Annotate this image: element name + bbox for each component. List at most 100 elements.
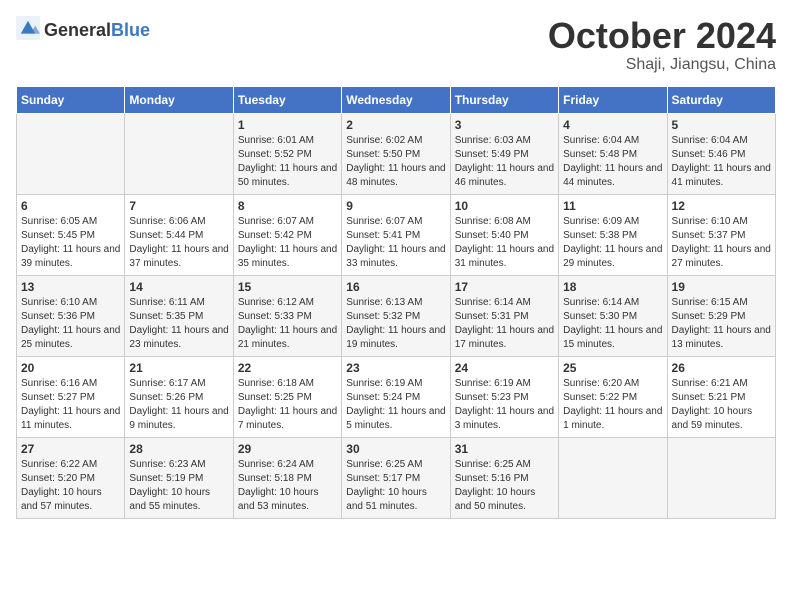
calendar-cell: 21 Sunrise: 6:17 AMSunset: 5:26 PMDayligh… [125, 356, 233, 437]
day-info: Sunrise: 6:25 AMSunset: 5:16 PMDaylight:… [455, 458, 554, 514]
day-number: 19 [672, 280, 771, 294]
logo-icon [16, 16, 40, 45]
calendar-cell: 20Sunrise: 6:16 AMSunset: 5:27 PMDayligh… [17, 356, 125, 437]
day-info: Sunrise: 6:18 AMSunset: 5:25 PMDaylight:… [238, 377, 337, 433]
calendar-cell: 17 Sunrise: 6:14 AMSunset: 5:31 PMDayligh… [450, 275, 558, 356]
calendar-cell: 16 Sunrise: 6:13 AMSunset: 5:32 PMDayligh… [342, 275, 450, 356]
title-block: October 2024 Shaji, Jiangsu, China [548, 16, 776, 74]
calendar-cell: 2 Sunrise: 6:02 AMSunset: 5:50 PMDaylight… [342, 113, 450, 194]
calendar-cell: 29Sunrise: 6:24 AMSunset: 5:18 PMDayligh… [233, 437, 341, 518]
calendar-cell: 26 Sunrise: 6:21 AMSunset: 5:21 PMDayligh… [667, 356, 775, 437]
calendar-cell [559, 437, 667, 518]
calendar-body: 1 Sunrise: 6:01 AMSunset: 5:52 PMDaylight… [17, 113, 776, 518]
day-number: 2 [346, 118, 445, 132]
day-info: Sunrise: 6:23 AMSunset: 5:19 PMDaylight:… [129, 458, 228, 514]
day-info: Sunrise: 6:25 AMSunset: 5:17 PMDaylight:… [346, 458, 445, 514]
calendar-cell: 28Sunrise: 6:23 AMSunset: 5:19 PMDayligh… [125, 437, 233, 518]
calendar-cell [125, 113, 233, 194]
calendar-cell: 31 Sunrise: 6:25 AMSunset: 5:16 PMDayligh… [450, 437, 558, 518]
day-number: 1 [238, 118, 337, 132]
calendar-week-row: 27Sunrise: 6:22 AMSunset: 5:20 PMDayligh… [17, 437, 776, 518]
calendar-cell: 8Sunrise: 6:07 AMSunset: 5:42 PMDaylight… [233, 194, 341, 275]
day-number: 14 [129, 280, 228, 294]
day-info: Sunrise: 6:07 AMSunset: 5:41 PMDaylight:… [346, 215, 445, 271]
day-info: Sunrise: 6:17 AMSunset: 5:26 PMDaylight:… [129, 377, 228, 433]
calendar-cell: 27Sunrise: 6:22 AMSunset: 5:20 PMDayligh… [17, 437, 125, 518]
logo-general: General [44, 20, 111, 40]
day-number: 6 [21, 199, 120, 213]
day-number: 15 [238, 280, 337, 294]
day-info: Sunrise: 6:01 AMSunset: 5:52 PMDaylight:… [238, 134, 337, 190]
calendar-cell [667, 437, 775, 518]
calendar-week-row: 20Sunrise: 6:16 AMSunset: 5:27 PMDayligh… [17, 356, 776, 437]
logo-text: GeneralBlue [44, 21, 150, 41]
day-number: 4 [563, 118, 662, 132]
day-number: 23 [346, 361, 445, 375]
calendar-cell: 24 Sunrise: 6:19 AMSunset: 5:23 PMDayligh… [450, 356, 558, 437]
day-info: Sunrise: 6:03 AMSunset: 5:49 PMDaylight:… [455, 134, 554, 190]
day-info: Sunrise: 6:06 AMSunset: 5:44 PMDaylight:… [129, 215, 228, 271]
day-number: 16 [346, 280, 445, 294]
day-info: Sunrise: 6:14 AMSunset: 5:30 PMDaylight:… [563, 296, 662, 352]
day-info: Sunrise: 6:02 AMSunset: 5:50 PMDaylight:… [346, 134, 445, 190]
day-info: Sunrise: 6:12 AMSunset: 5:33 PMDaylight:… [238, 296, 337, 352]
day-number: 7 [129, 199, 228, 213]
calendar-cell: 1 Sunrise: 6:01 AMSunset: 5:52 PMDaylight… [233, 113, 341, 194]
day-info: Sunrise: 6:19 AMSunset: 5:24 PMDaylight:… [346, 377, 445, 433]
day-number: 12 [672, 199, 771, 213]
day-number: 10 [455, 199, 554, 213]
calendar-week-row: 13Sunrise: 6:10 AMSunset: 5:36 PMDayligh… [17, 275, 776, 356]
calendar-cell: 25 Sunrise: 6:20 AMSunset: 5:22 PMDayligh… [559, 356, 667, 437]
calendar-header-row: SundayMondayTuesdayWednesdayThursdayFrid… [17, 86, 776, 113]
calendar-cell: 22 Sunrise: 6:18 AMSunset: 5:25 PMDayligh… [233, 356, 341, 437]
day-number: 21 [129, 361, 228, 375]
day-info: Sunrise: 6:21 AMSunset: 5:21 PMDaylight:… [672, 377, 771, 433]
day-info: Sunrise: 6:09 AMSunset: 5:38 PMDaylight:… [563, 215, 662, 271]
calendar-cell: 30 Sunrise: 6:25 AMSunset: 5:17 PMDayligh… [342, 437, 450, 518]
day-number: 20 [21, 361, 120, 375]
month-title: October 2024 [548, 16, 776, 56]
day-number: 18 [563, 280, 662, 294]
day-info: Sunrise: 6:14 AMSunset: 5:31 PMDaylight:… [455, 296, 554, 352]
day-info: Sunrise: 6:04 AMSunset: 5:46 PMDaylight:… [672, 134, 771, 190]
calendar-cell: 7 Sunrise: 6:06 AMSunset: 5:44 PMDaylight… [125, 194, 233, 275]
day-of-week-header: Saturday [667, 86, 775, 113]
day-number: 25 [563, 361, 662, 375]
day-of-week-header: Wednesday [342, 86, 450, 113]
calendar-cell: 13Sunrise: 6:10 AMSunset: 5:36 PMDayligh… [17, 275, 125, 356]
day-info: Sunrise: 6:19 AMSunset: 5:23 PMDaylight:… [455, 377, 554, 433]
calendar-week-row: 1 Sunrise: 6:01 AMSunset: 5:52 PMDaylight… [17, 113, 776, 194]
calendar-cell: 5 Sunrise: 6:04 AMSunset: 5:46 PMDaylight… [667, 113, 775, 194]
day-info: Sunrise: 6:15 AMSunset: 5:29 PMDaylight:… [672, 296, 771, 352]
day-info: Sunrise: 6:08 AMSunset: 5:40 PMDaylight:… [455, 215, 554, 271]
day-info: Sunrise: 6:24 AMSunset: 5:18 PMDaylight:… [238, 458, 337, 514]
calendar-cell: 9 Sunrise: 6:07 AMSunset: 5:41 PMDaylight… [342, 194, 450, 275]
calendar-table: SundayMondayTuesdayWednesdayThursdayFrid… [16, 86, 776, 519]
day-info: Sunrise: 6:04 AMSunset: 5:48 PMDaylight:… [563, 134, 662, 190]
day-number: 9 [346, 199, 445, 213]
day-number: 5 [672, 118, 771, 132]
day-of-week-header: Sunday [17, 86, 125, 113]
day-number: 30 [346, 442, 445, 456]
day-number: 8 [238, 199, 337, 213]
calendar-week-row: 6 Sunrise: 6:05 AMSunset: 5:45 PMDaylight… [17, 194, 776, 275]
calendar-cell: 15 Sunrise: 6:12 AMSunset: 5:33 PMDayligh… [233, 275, 341, 356]
calendar-cell [17, 113, 125, 194]
day-number: 17 [455, 280, 554, 294]
day-info: Sunrise: 6:20 AMSunset: 5:22 PMDaylight:… [563, 377, 662, 433]
day-info: Sunrise: 6:05 AMSunset: 5:45 PMDaylight:… [21, 215, 120, 271]
calendar-cell: 3Sunrise: 6:03 AMSunset: 5:49 PMDaylight… [450, 113, 558, 194]
day-info: Sunrise: 6:11 AMSunset: 5:35 PMDaylight:… [129, 296, 228, 352]
day-info: Sunrise: 6:22 AMSunset: 5:20 PMDaylight:… [21, 458, 120, 514]
day-of-week-header: Friday [559, 86, 667, 113]
calendar-cell: 10 Sunrise: 6:08 AMSunset: 5:40 PMDayligh… [450, 194, 558, 275]
calendar-cell: 11Sunrise: 6:09 AMSunset: 5:38 PMDayligh… [559, 194, 667, 275]
day-number: 22 [238, 361, 337, 375]
day-number: 13 [21, 280, 120, 294]
day-number: 24 [455, 361, 554, 375]
day-of-week-header: Tuesday [233, 86, 341, 113]
day-number: 26 [672, 361, 771, 375]
calendar-cell: 18 Sunrise: 6:14 AMSunset: 5:30 PMDayligh… [559, 275, 667, 356]
day-info: Sunrise: 6:13 AMSunset: 5:32 PMDaylight:… [346, 296, 445, 352]
day-number: 31 [455, 442, 554, 456]
